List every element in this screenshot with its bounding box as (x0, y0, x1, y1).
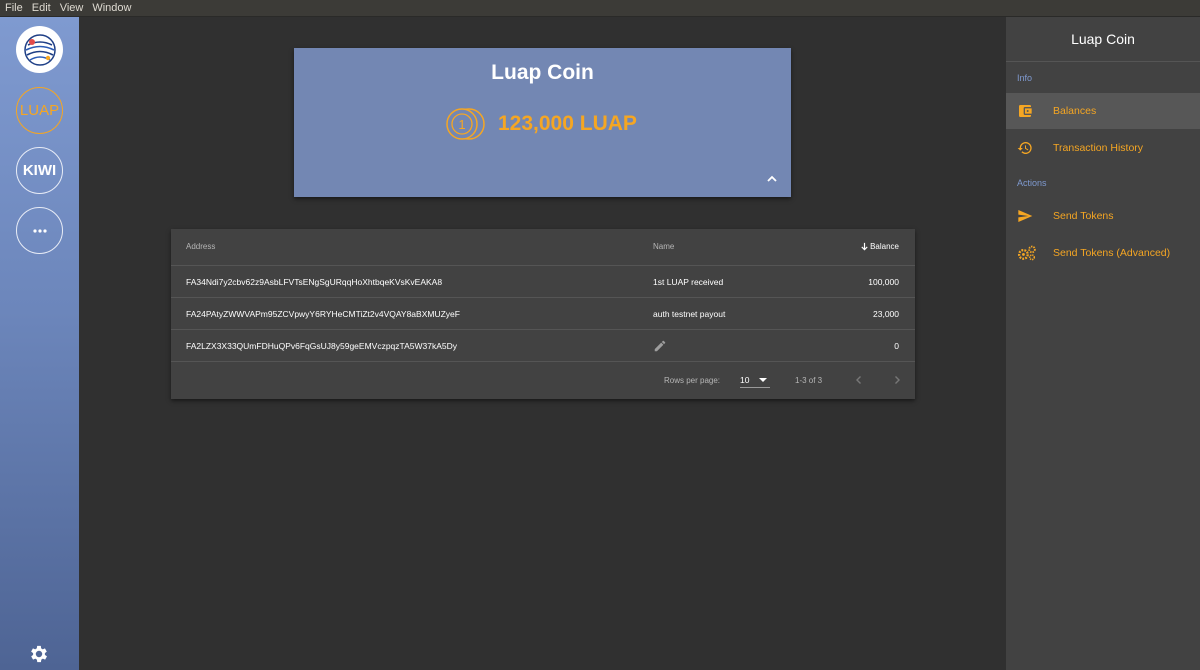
row-balance: 23,000 (873, 309, 899, 319)
nav-transaction-history[interactable]: Transaction History (1006, 130, 1200, 166)
column-name[interactable]: Name (653, 242, 674, 251)
row-address: FA24PAtyZWWVAPm95ZCVpwyY6RYHeCMTiZt2v4VQ… (186, 309, 460, 319)
column-balance[interactable]: Balance (860, 242, 899, 251)
panel-title: Luap Coin (1071, 31, 1135, 47)
menu-edit[interactable]: Edit (27, 0, 55, 17)
send-icon (1018, 210, 1033, 222)
rows-per-page-label: Rows per page: (664, 376, 721, 385)
actions-section-label: Actions (1017, 178, 1047, 188)
app-logo (16, 26, 63, 73)
menu-view[interactable]: View (55, 0, 88, 17)
column-balance-label: Balance (870, 242, 899, 251)
settings-gear-icon[interactable] (28, 643, 50, 665)
wallet-icon (1019, 105, 1032, 117)
nav-balances-label: Balances (1053, 105, 1097, 117)
coin-actions-panel: Luap Coin Info Balances Transaction Hist… (1006, 17, 1200, 670)
table-pagination: Rows per page: 10 1-3 of 3 (171, 362, 915, 399)
rows-per-page-select[interactable]: 10 (740, 372, 770, 388)
addresses-table: Address Name Balance FA34Ndi7y2cbv62z9As… (171, 229, 915, 399)
row-address: FA2LZX3X33QUmFDHuQPv6FqGsUJ8y59geEMVczpq… (186, 341, 457, 351)
more-accounts-button[interactable] (16, 207, 63, 254)
row-name[interactable]: auth testnet payout (653, 309, 725, 319)
panel-divider (1006, 61, 1200, 62)
account-sidebar: LUAP KIWI (0, 17, 79, 670)
gears-icon (1018, 245, 1036, 261)
globe-logo-icon (23, 33, 56, 66)
dropdown-arrow-icon (759, 378, 767, 382)
history-icon (1017, 142, 1032, 154)
menu-file[interactable]: File (0, 0, 27, 17)
menu-bar: File Edit View Window (0, 0, 1200, 17)
next-page-icon[interactable] (891, 374, 903, 386)
table-row[interactable]: FA2LZX3X33QUmFDHuQPv6FqGsUJ8y59geEMVczpq… (171, 330, 915, 362)
menu-window[interactable]: Window (87, 0, 135, 17)
svg-text:1: 1 (458, 117, 465, 132)
nav-balances[interactable]: Balances (1006, 93, 1200, 129)
account-luap-button[interactable]: LUAP (16, 87, 63, 134)
rows-per-page-value: 10 (740, 375, 750, 385)
page-range: 1-3 of 3 (795, 376, 823, 385)
coin-title: Luap Coin (491, 61, 594, 84)
nav-transaction-history-label: Transaction History (1053, 142, 1144, 154)
column-address[interactable]: Address (186, 242, 215, 251)
coin-balance-row: 1 123,000 LUAP (444, 106, 637, 142)
table-row[interactable]: FA24PAtyZWWVAPm95ZCVpwyY6RYHeCMTiZt2v4VQ… (171, 298, 915, 330)
info-section-label: Info (1017, 73, 1033, 83)
nav-send-tokens-advanced-label: Send Tokens (Advanced) (1053, 247, 1171, 259)
chevron-up-icon[interactable] (765, 172, 779, 186)
sort-descending-icon (861, 242, 868, 251)
main-content: Luap Coin 1 123,000 LUAP Address Name Ba… (79, 17, 1006, 670)
row-name[interactable]: 1st LUAP received (653, 277, 723, 287)
row-address: FA34Ndi7y2cbv62z9AsbLFVTsENgSgURqqHoXhtb… (186, 277, 443, 287)
row-balance: 0 (894, 341, 899, 351)
more-horizontal-icon (32, 228, 47, 233)
row-balance: 100,000 (868, 277, 899, 287)
coin-icon: 1 (446, 108, 485, 140)
table-row[interactable]: FA34Ndi7y2cbv62z9AsbLFVTsENgSgURqqHoXhtb… (171, 266, 915, 298)
table-header: Address Name Balance (171, 229, 915, 266)
nav-send-tokens[interactable]: Send Tokens (1006, 198, 1200, 234)
account-kiwi-button[interactable]: KIWI (16, 147, 63, 194)
coin-summary-card: Luap Coin 1 123,000 LUAP (294, 48, 791, 197)
nav-send-tokens-advanced[interactable]: Send Tokens (Advanced) (1006, 235, 1200, 271)
nav-send-tokens-label: Send Tokens (1053, 210, 1114, 222)
previous-page-icon[interactable] (853, 374, 865, 386)
edit-pencil-icon[interactable] (653, 339, 667, 353)
coin-balance-amount: 123,000 LUAP (498, 112, 637, 135)
